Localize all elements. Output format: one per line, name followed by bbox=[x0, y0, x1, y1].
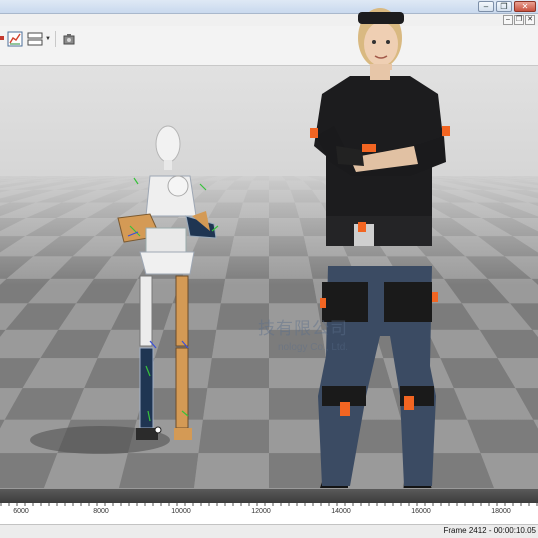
close-button[interactable]: ✕ bbox=[514, 1, 536, 12]
window-controls: – ❐ ✕ bbox=[478, 1, 536, 12]
graph-editor-button[interactable] bbox=[6, 30, 24, 48]
tick-label: 12000 bbox=[251, 508, 271, 515]
tick-label: 16000 bbox=[411, 508, 431, 515]
watermark-text-english: nology Co., Ltd. bbox=[278, 342, 349, 353]
viewport-scene bbox=[0, 66, 538, 488]
timeline-track[interactable] bbox=[0, 489, 538, 503]
layout-button[interactable] bbox=[26, 30, 44, 48]
toolbar-separator bbox=[55, 31, 56, 47]
status-bar: Frame 2412 - 00:00:10.05 bbox=[0, 524, 538, 538]
menu-bar: – ❐ ✕ bbox=[0, 14, 538, 26]
tick-label: 14000 bbox=[331, 508, 351, 515]
3d-viewport[interactable]: 技有限公司 nology Co., Ltd. bbox=[0, 66, 538, 488]
record-icon[interactable] bbox=[0, 36, 4, 40]
document-minimize-button[interactable]: – bbox=[503, 15, 513, 25]
tick-label: 6000 bbox=[13, 508, 29, 515]
title-bar: – ❐ ✕ bbox=[0, 0, 538, 14]
frame-readout: Frame 2412 - 00:00:10.05 bbox=[443, 526, 536, 535]
document-close-button[interactable]: ✕ bbox=[525, 15, 535, 25]
dropdown-caret-icon[interactable]: ▼ bbox=[45, 36, 51, 42]
toolbar: ▼ bbox=[0, 26, 538, 66]
minimize-button[interactable]: – bbox=[478, 1, 494, 12]
document-restore-button[interactable]: ❐ bbox=[514, 15, 524, 25]
graph-editor-icon bbox=[7, 31, 23, 47]
timeline[interactable]: 6000 8000 10000 12000 14000 16000 18000 bbox=[0, 488, 538, 524]
maximize-button[interactable]: ❐ bbox=[496, 1, 512, 12]
camera-icon bbox=[63, 34, 75, 45]
tick-label: 10000 bbox=[171, 508, 191, 515]
layout-icon bbox=[27, 32, 43, 46]
document-window-controls: – ❐ ✕ bbox=[503, 15, 535, 25]
watermark-text: 技有限公司 bbox=[258, 319, 348, 339]
snapshot-button[interactable] bbox=[60, 30, 78, 48]
performer-head bbox=[358, 8, 404, 70]
tick-label: 8000 bbox=[93, 508, 109, 515]
tick-label: 18000 bbox=[491, 508, 511, 515]
